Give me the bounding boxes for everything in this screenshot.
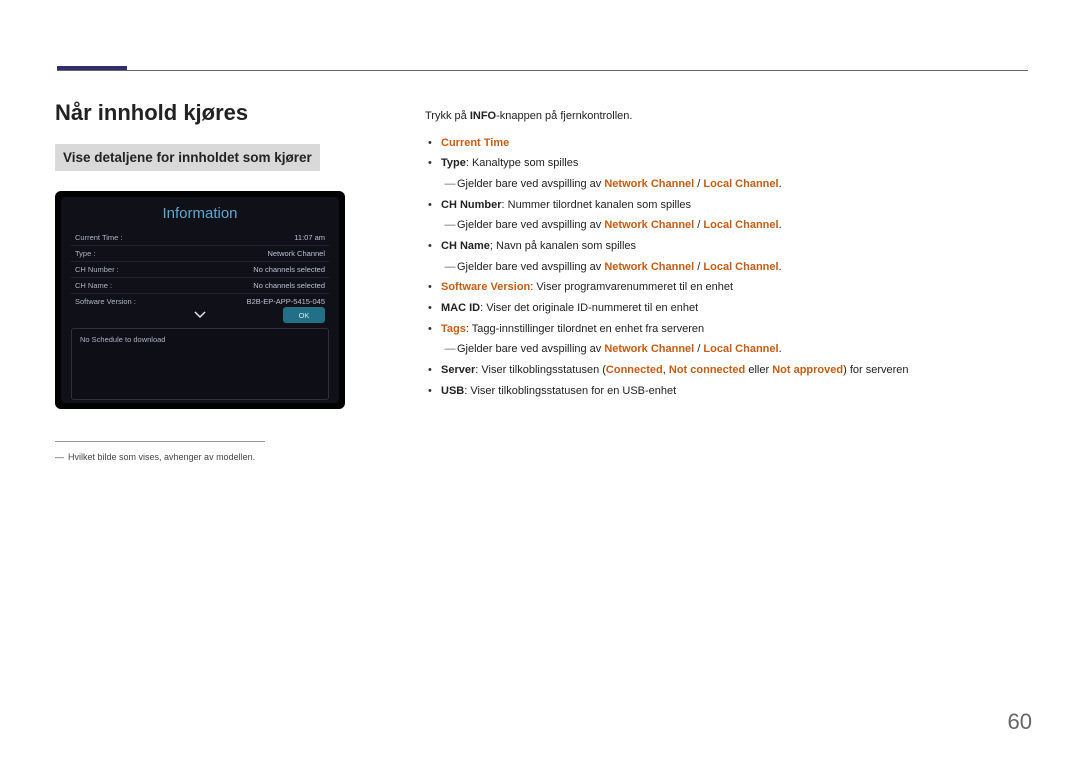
info-value: B2B-EP-APP-5415-045: [247, 297, 325, 306]
sub-item: ― Gjelder bare ved avspilling av Network…: [443, 216, 1025, 235]
info-label: Software Version :: [75, 297, 136, 306]
bullet-item: • Tags: Tagg-innstillinger tilordnet en …: [425, 320, 1025, 339]
footnote-dash-icon: ―: [55, 452, 64, 462]
schedule-box: No Schedule to download: [71, 328, 329, 400]
info-value: 11:07 am: [294, 233, 325, 242]
bullet-item: • CH Number: Nummer tilordnet kanalen so…: [425, 196, 1025, 215]
sub-dash-icon: ―: [443, 340, 457, 359]
sub-dash-icon: ―: [443, 216, 457, 235]
bullet-dot-icon: •: [425, 299, 441, 318]
bullet-item: • Software Version: Viser programvarenum…: [425, 278, 1025, 297]
bullet-dot-icon: •: [425, 320, 441, 339]
bullet-item: • CH Name; Navn på kanalen som spilles: [425, 237, 1025, 256]
sub-dash-icon: ―: [443, 175, 457, 194]
page-number: 60: [1008, 709, 1032, 735]
right-column: Trykk på INFO-knappen på fjernkontrollen…: [425, 100, 1025, 462]
bullet-item: • Current Time: [425, 134, 1025, 153]
bullet-item: • Type: Kanaltype som spilles: [425, 154, 1025, 173]
info-row: CH Number : No channels selected: [71, 262, 329, 278]
intro-line: Trykk på INFO-knappen på fjernkontrollen…: [425, 108, 1025, 126]
info-label: CH Number :: [75, 265, 119, 274]
page: Når innhold kjøres Vise detaljene for in…: [0, 0, 1080, 763]
footnote-text: Hvilket bilde som vises, avhenger av mod…: [68, 452, 255, 462]
bullet-highlight: Current Time: [441, 137, 509, 149]
info-row: Current Time : 11:07 am: [71, 230, 329, 246]
info-value: No channels selected: [253, 265, 325, 274]
bullet-item: • MAC ID: Viser det originale ID-nummere…: [425, 299, 1025, 318]
info-label: CH Name :: [75, 281, 112, 290]
footnote-divider: [55, 441, 265, 442]
info-rows: Current Time : 11:07 am Type : Network C…: [61, 222, 339, 309]
bullet-dot-icon: •: [425, 154, 441, 173]
info-label: Type :: [75, 249, 95, 258]
ok-button[interactable]: OK: [283, 307, 325, 323]
info-panel: Information Current Time : 11:07 am Type…: [61, 197, 339, 403]
info-value: No channels selected: [253, 281, 325, 290]
info-screenshot: Information Current Time : 11:07 am Type…: [55, 191, 345, 409]
content-columns: Når innhold kjøres Vise detaljene for in…: [55, 50, 1025, 462]
bullet-dot-icon: •: [425, 196, 441, 215]
bullet-dot-icon: •: [425, 361, 441, 380]
page-title: Når innhold kjøres: [55, 100, 405, 126]
header-divider: [57, 70, 1028, 71]
info-value: Network Channel: [267, 249, 325, 258]
bullet-item: • Server: Viser tilkoblingsstatusen (Con…: [425, 361, 1025, 380]
section-subheading: Vise detaljene for innholdet som kjører: [55, 144, 320, 171]
sub-dash-icon: ―: [443, 258, 457, 277]
bullet-dot-icon: •: [425, 382, 441, 401]
bullet-item: • USB: Viser tilkoblingsstatusen for en …: [425, 382, 1025, 401]
sub-item: ― Gjelder bare ved avspilling av Network…: [443, 258, 1025, 277]
sub-item: ― Gjelder bare ved avspilling av Network…: [443, 175, 1025, 194]
sub-item: ― Gjelder bare ved avspilling av Network…: [443, 340, 1025, 359]
info-row: Type : Network Channel: [71, 246, 329, 262]
bullet-dot-icon: •: [425, 237, 441, 256]
info-panel-title: Information: [61, 197, 339, 222]
info-row: CH Name : No channels selected: [71, 278, 329, 294]
info-label: Current Time :: [75, 233, 123, 242]
bullet-dot-icon: •: [425, 134, 441, 153]
footnote: ― Hvilket bilde som vises, avhenger av mo…: [55, 452, 405, 462]
left-column: Når innhold kjøres Vise detaljene for in…: [55, 100, 425, 462]
bullet-dot-icon: •: [425, 278, 441, 297]
